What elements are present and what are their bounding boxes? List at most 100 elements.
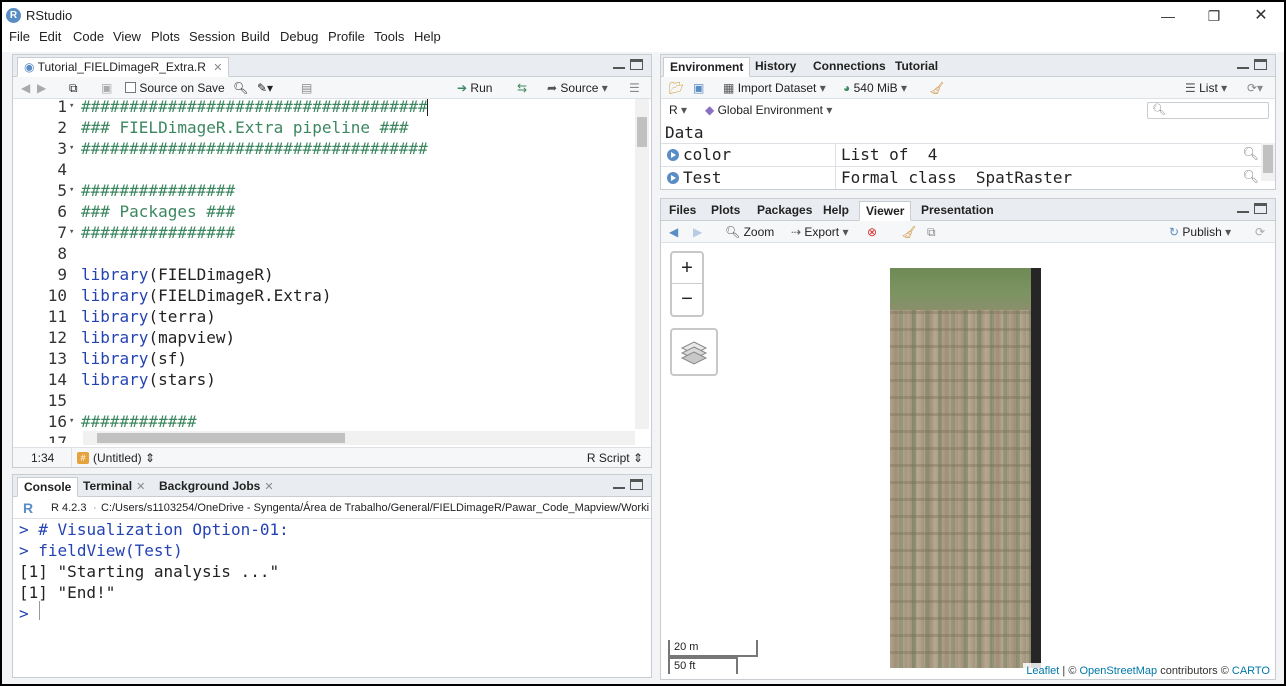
save-icon[interactable]: ▣ <box>101 80 112 96</box>
editor-tab[interactable]: ◉ Tutorial_FIELDimageR_Extra.R ✕ <box>17 57 230 77</box>
maximize-pane-icon[interactable] <box>630 59 643 70</box>
fold-toggle-icon[interactable]: ▾ <box>69 180 74 201</box>
environment-scrollbar[interactable] <box>1261 143 1275 181</box>
openstreetmap-link[interactable]: OpenStreetMap <box>1079 665 1157 677</box>
menu-profile[interactable]: Profile <box>328 30 365 52</box>
tab-history[interactable]: History <box>749 57 802 77</box>
close-button[interactable]: ✕ <box>1238 4 1284 28</box>
show-in-window-icon[interactable]: ⧉ <box>927 224 936 240</box>
editor-horizontal-scrollbar[interactable] <box>83 431 635 445</box>
back-arrow-icon[interactable]: ◀ <box>21 80 30 96</box>
back-arrow-icon[interactable]: ◀ <box>669 224 678 240</box>
menu-edit[interactable]: Edit <box>39 30 61 52</box>
forward-arrow-icon[interactable]: ▶ <box>693 224 702 240</box>
search-icon[interactable]: 🔍︎ <box>233 80 248 96</box>
fold-toggle-icon[interactable]: ▾ <box>69 138 74 159</box>
tab-viewer[interactable]: Viewer <box>859 201 912 221</box>
maximize-environment-icon[interactable] <box>1254 59 1267 70</box>
menu-code[interactable]: Code <box>73 30 104 52</box>
fold-toggle-icon[interactable]: ▾ <box>69 411 74 432</box>
code-editor[interactable]: 1 ▾ #################################### 2 #… <box>13 99 649 443</box>
tab-packages[interactable]: Packages <box>751 201 818 221</box>
close-background-jobs-icon[interactable]: ✕ <box>264 481 273 493</box>
refresh-icon[interactable]: ⟳▾ <box>1247 80 1263 96</box>
menu-help[interactable]: Help <box>414 30 441 52</box>
fold-toggle-icon[interactable]: ▾ <box>69 99 74 117</box>
close-terminal-icon[interactable]: ✕ <box>136 481 145 493</box>
view-mode-button[interactable]: ☰ List ▾ <box>1185 80 1227 96</box>
source-on-save-checkbox[interactable] <box>125 82 136 93</box>
clear-viewer-icon[interactable]: ⊗ <box>867 224 877 240</box>
tab-plots[interactable]: Plots <box>705 201 746 221</box>
fold-toggle-icon[interactable]: ▾ <box>69 222 74 243</box>
menu-plots[interactable]: Plots <box>151 30 180 52</box>
expand-arrow-icon[interactable] <box>667 172 679 184</box>
outline-icon[interactable]: ☰ <box>629 80 640 96</box>
file-type-selector[interactable]: R Script ⇕ <box>587 451 643 465</box>
source-on-save-toggle[interactable]: Source on Save <box>125 80 225 96</box>
carto-link[interactable]: CARTO <box>1232 665 1270 677</box>
environment-row[interactable]: color List of 4 🔍︎ <box>661 143 1273 166</box>
magic-wand-icon[interactable]: ✎▾ <box>257 80 273 96</box>
memory-usage-button[interactable]: ◕ 540 MiB ▾ <box>843 80 907 96</box>
environment-scroll-thumb[interactable] <box>1263 145 1273 173</box>
maximize-console-icon[interactable] <box>630 479 643 490</box>
run-button[interactable]: ➔ Run <box>457 80 492 96</box>
map-viewer[interactable]: + − 20 m 50 ft Leaflet | © OpenStreetMap… <box>661 243 1275 679</box>
working-directory[interactable]: C:/Users/s1103254/OneDrive - Syngenta/Ár… <box>101 500 649 516</box>
menu-file[interactable]: File <box>9 30 30 52</box>
tab-console[interactable]: Console <box>17 477 79 497</box>
tab-terminal[interactable]: Terminal ✕ <box>77 477 151 497</box>
publish-button[interactable]: ↻ Publish ▾ <box>1169 224 1231 240</box>
view-data-icon[interactable]: 🔍︎ <box>1242 144 1259 166</box>
forward-arrow-icon[interactable]: ▶ <box>37 80 46 96</box>
layers-control-button[interactable] <box>670 328 718 376</box>
menu-session[interactable]: Session <box>189 30 235 52</box>
tab-background-jobs[interactable]: Background Jobs ✕ <box>153 477 280 497</box>
rerun-icon[interactable]: ⇆ <box>517 80 527 96</box>
menu-tools[interactable]: Tools <box>374 30 404 52</box>
tab-help[interactable]: Help <box>817 201 855 221</box>
menu-debug[interactable]: Debug <box>280 30 318 52</box>
tab-tutorial[interactable]: Tutorial <box>889 57 944 77</box>
tab-connections[interactable]: Connections <box>807 57 892 77</box>
close-tab-icon[interactable]: ✕ <box>213 62 222 74</box>
import-dataset-button[interactable]: ▦ Import Dataset ▾ <box>723 80 826 96</box>
save-workspace-icon[interactable]: ▣ <box>693 80 704 96</box>
editor-horizontal-scroll-thumb[interactable] <box>97 433 345 443</box>
scope-selector[interactable]: (Untitled) ⇕ <box>93 451 155 465</box>
leaflet-link[interactable]: Leaflet <box>1026 665 1059 677</box>
editor-vertical-scroll-thumb[interactable] <box>637 117 647 147</box>
maximize-viewer-icon[interactable] <box>1254 203 1267 214</box>
view-data-icon[interactable]: 🔍︎ <box>1242 167 1259 189</box>
tab-presentation[interactable]: Presentation <box>915 201 1000 221</box>
minimize-console-icon[interactable] <box>613 486 625 489</box>
minimize-viewer-icon[interactable] <box>1237 210 1249 213</box>
source-button[interactable]: ➦ Source ▾ <box>547 80 608 96</box>
console-output[interactable]: > # Visualization Option-01: > fieldView(… <box>13 519 651 677</box>
show-in-window-icon[interactable]: ⧉ <box>69 80 78 96</box>
refresh-viewer-icon[interactable]: ⟳ <box>1255 224 1265 240</box>
open-folder-icon[interactable]: 📂︎ <box>669 80 684 96</box>
zoom-out-button[interactable]: − <box>672 284 702 315</box>
zoom-button[interactable]: 🔍︎ Zoom <box>725 224 774 240</box>
maximize-button[interactable]: ❐ <box>1191 4 1237 28</box>
export-button[interactable]: ⇢ Export ▾ <box>791 224 848 240</box>
environment-search-input[interactable]: 🔍︎ <box>1147 102 1269 119</box>
menu-view[interactable]: View <box>113 30 141 52</box>
clear-broom-icon[interactable]: 🧹︎ <box>929 80 944 96</box>
minimize-environment-icon[interactable] <box>1237 66 1249 69</box>
tab-environment[interactable]: Environment <box>663 57 751 77</box>
clear-all-broom-icon[interactable]: 🧹︎ <box>901 224 916 240</box>
tab-files[interactable]: Files <box>663 201 702 221</box>
compile-report-icon[interactable]: ▤ <box>301 80 312 96</box>
environment-scope-selector[interactable]: ◆ Global Environment ▾ <box>705 102 832 118</box>
minimize-pane-icon[interactable] <box>613 66 625 69</box>
minimize-button[interactable]: — <box>1145 4 1191 28</box>
menu-build[interactable]: Build <box>241 30 270 52</box>
language-selector[interactable]: R ▾ <box>669 102 687 118</box>
editor-vertical-scrollbar[interactable] <box>635 99 649 429</box>
environment-row[interactable]: Test Formal class SpatRaster 🔍︎ <box>661 166 1273 189</box>
expand-arrow-icon[interactable] <box>667 149 679 161</box>
zoom-in-button[interactable]: + <box>672 253 702 284</box>
